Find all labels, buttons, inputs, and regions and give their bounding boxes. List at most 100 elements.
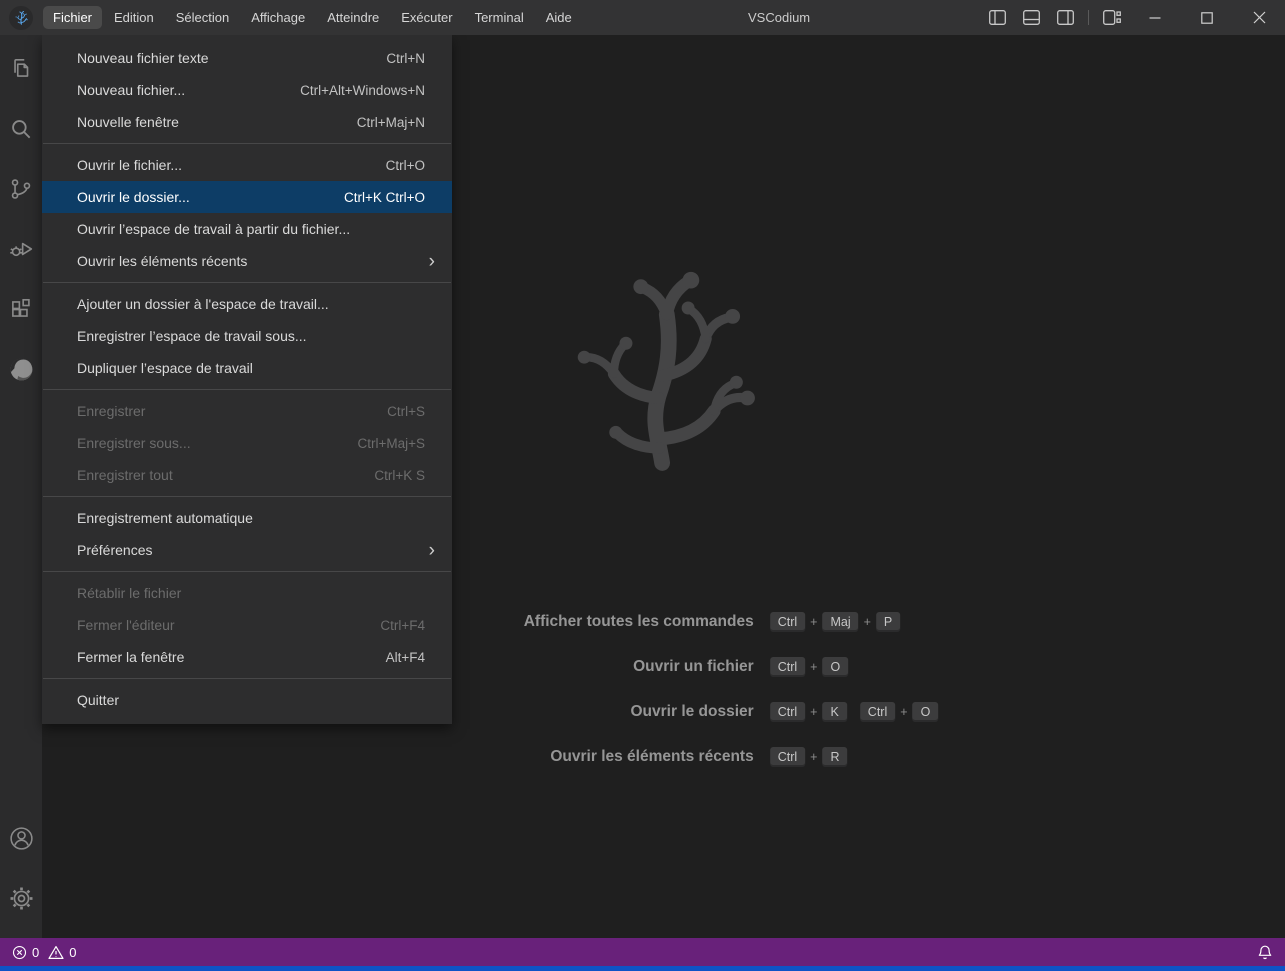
menu-separator	[43, 678, 451, 679]
run-debug-icon[interactable]	[0, 223, 42, 275]
menubar-item-edition[interactable]: Edition	[104, 6, 164, 29]
menu-shortcut: Ctrl+S	[367, 404, 425, 419]
keycap: Ctrl	[770, 747, 805, 766]
toggle-panel-button[interactable]	[1014, 0, 1048, 35]
menu-shortcut: Ctrl+Alt+Windows+N	[280, 83, 425, 98]
menubar-item-aide[interactable]: Aide	[536, 6, 582, 29]
menu-bar: Fichier Edition Sélection Affichage Atte…	[42, 0, 583, 35]
menubar-item-selection[interactable]: Sélection	[166, 6, 239, 29]
panel-right-icon	[1057, 10, 1074, 25]
menubar-item-fichier[interactable]: Fichier	[43, 6, 102, 29]
taskbar-strip	[0, 966, 1285, 971]
menu-shortcut: Ctrl+K S	[354, 468, 425, 483]
status-bar: 0 0	[0, 938, 1285, 966]
plus-separator: +	[810, 750, 817, 764]
explorer-icon[interactable]	[0, 43, 42, 95]
extensions-icon[interactable]	[0, 283, 42, 335]
maximize-button[interactable]	[1181, 0, 1233, 35]
keycap: P	[876, 612, 900, 631]
customize-layout-button[interactable]	[1095, 0, 1129, 35]
menu-shortcut: Ctrl+Maj+N	[337, 115, 425, 130]
menu-separator	[43, 389, 451, 390]
maximize-icon	[1201, 12, 1213, 24]
menu-item-nouvelle-fenetre[interactable]: Nouvelle fenêtre Ctrl+Maj+N	[42, 106, 452, 138]
minimize-icon	[1149, 12, 1161, 24]
menu-item-enregistrer-sous: Enregistrer sous... Ctrl+Maj+S	[42, 427, 452, 459]
warning-icon	[48, 945, 64, 960]
customize-layout-icon	[1103, 10, 1121, 25]
keycap: R	[822, 747, 847, 766]
menubar-item-terminal[interactable]: Terminal	[465, 6, 534, 29]
keycap: Ctrl	[860, 702, 895, 721]
close-window-button[interactable]	[1233, 0, 1285, 35]
menu-shortcut: Ctrl+Maj+S	[337, 436, 425, 451]
app-logo	[0, 0, 42, 35]
minimize-button[interactable]	[1129, 0, 1181, 35]
title-bar: Fichier Edition Sélection Affichage Atte…	[0, 0, 1285, 35]
menu-item-ouvrir-le-fichier[interactable]: Ouvrir le fichier... Ctrl+O	[42, 149, 452, 181]
keycap: K	[822, 702, 846, 721]
menu-shortcut: Alt+F4	[366, 650, 425, 665]
keycap: Ctrl	[770, 702, 805, 721]
plus-separator: +	[900, 705, 907, 719]
menu-item-ajouter-dossier[interactable]: Ajouter un dossier à l'espace de travail…	[42, 288, 452, 320]
menu-item-nouveau-fichier[interactable]: Nouveau fichier... Ctrl+Alt+Windows+N	[42, 74, 452, 106]
menubar-item-atteindre[interactable]: Atteindre	[317, 6, 389, 29]
menu-item-enregistrement-automatique[interactable]: Enregistrement automatique	[42, 502, 452, 534]
menu-item-nouveau-fichier-texte[interactable]: Nouveau fichier texte Ctrl+N	[42, 42, 452, 74]
vscodium-logo-icon	[9, 6, 33, 30]
toggle-primary-sidebar-button[interactable]	[980, 0, 1014, 35]
menu-item-enregistrer-tout: Enregistrer tout Ctrl+K S	[42, 459, 452, 491]
menu-item-enregistrer-espace-sous[interactable]: Enregistrer l’espace de travail sous...	[42, 320, 452, 352]
keycap: O	[822, 657, 848, 676]
warning-count: 0	[69, 945, 76, 960]
menu-separator	[43, 571, 451, 572]
menu-item-ouvrir-elements-recents[interactable]: Ouvrir les éléments récents ›	[42, 245, 452, 277]
account-icon[interactable]	[0, 812, 42, 864]
menu-shortcut: Ctrl+F4	[360, 618, 425, 633]
menu-item-preferences[interactable]: Préférences ›	[42, 534, 452, 566]
menu-item-enregistrer: Enregistrer Ctrl+S	[42, 395, 452, 427]
panel-bottom-icon	[1023, 10, 1040, 25]
window-title: VSCodium	[748, 0, 810, 35]
shortcut-row-open-recent: Ouvrir les éléments récents Ctrl + R	[389, 746, 939, 768]
toggle-secondary-sidebar-button[interactable]	[1048, 0, 1082, 35]
submenu-chevron-icon: ›	[429, 252, 435, 271]
settings-gear-icon[interactable]	[0, 872, 42, 924]
controls-divider	[1088, 10, 1089, 25]
file-menu-dropdown: Nouveau fichier texte Ctrl+N Nouveau fic…	[42, 35, 452, 724]
menu-item-fermer-editeur: Fermer l'éditeur Ctrl+F4	[42, 609, 452, 641]
menu-shortcut: Ctrl+K Ctrl+O	[324, 190, 425, 205]
edge-browser-icon[interactable]	[0, 343, 42, 395]
menu-item-ouvrir-le-dossier[interactable]: Ouvrir le dossier... Ctrl+K Ctrl+O	[42, 181, 452, 213]
menu-item-ouvrir-espace-travail[interactable]: Ouvrir l’espace de travail à partir du f…	[42, 213, 452, 245]
search-icon[interactable]	[0, 103, 42, 155]
shortcut-row-open-folder: Ouvrir le dossier Ctrl + K Ctrl + O	[389, 701, 939, 723]
menu-separator	[43, 143, 451, 144]
vscodium-window: Fichier Edition Sélection Affichage Atte…	[0, 0, 1285, 971]
menu-shortcut: Ctrl+N	[366, 51, 425, 66]
menubar-item-executer[interactable]: Exécuter	[391, 6, 462, 29]
menubar-item-affichage[interactable]: Affichage	[241, 6, 315, 29]
bell-icon	[1257, 944, 1273, 961]
error-icon	[12, 945, 27, 960]
panel-left-icon	[989, 10, 1006, 25]
shortcut-row-open-file: Ouvrir un fichier Ctrl + O	[389, 656, 939, 678]
source-control-icon[interactable]	[0, 163, 42, 215]
notifications-button[interactable]	[1257, 944, 1273, 961]
problems-indicator[interactable]: 0 0	[12, 945, 76, 960]
plus-separator: +	[810, 705, 817, 719]
menu-item-dupliquer-espace[interactable]: Dupliquer l’espace de travail	[42, 352, 452, 384]
shortcut-label: Ouvrir les éléments récents	[389, 748, 754, 766]
menu-item-fermer-la-fenetre[interactable]: Fermer la fenêtre Alt+F4	[42, 641, 452, 673]
keycap: Ctrl	[770, 612, 805, 631]
plus-separator: +	[810, 615, 817, 629]
submenu-chevron-icon: ›	[429, 541, 435, 560]
window-controls	[980, 0, 1285, 35]
menu-item-quitter[interactable]: Quitter	[42, 684, 452, 716]
keycap: O	[913, 702, 939, 721]
vscodium-watermark-logo	[561, 257, 766, 475]
keycap: Ctrl	[770, 657, 805, 676]
shortcut-row-show-commands: Afficher toutes les commandes Ctrl + Maj…	[389, 611, 939, 633]
welcome-shortcuts: Afficher toutes les commandes Ctrl + Maj…	[389, 611, 939, 768]
